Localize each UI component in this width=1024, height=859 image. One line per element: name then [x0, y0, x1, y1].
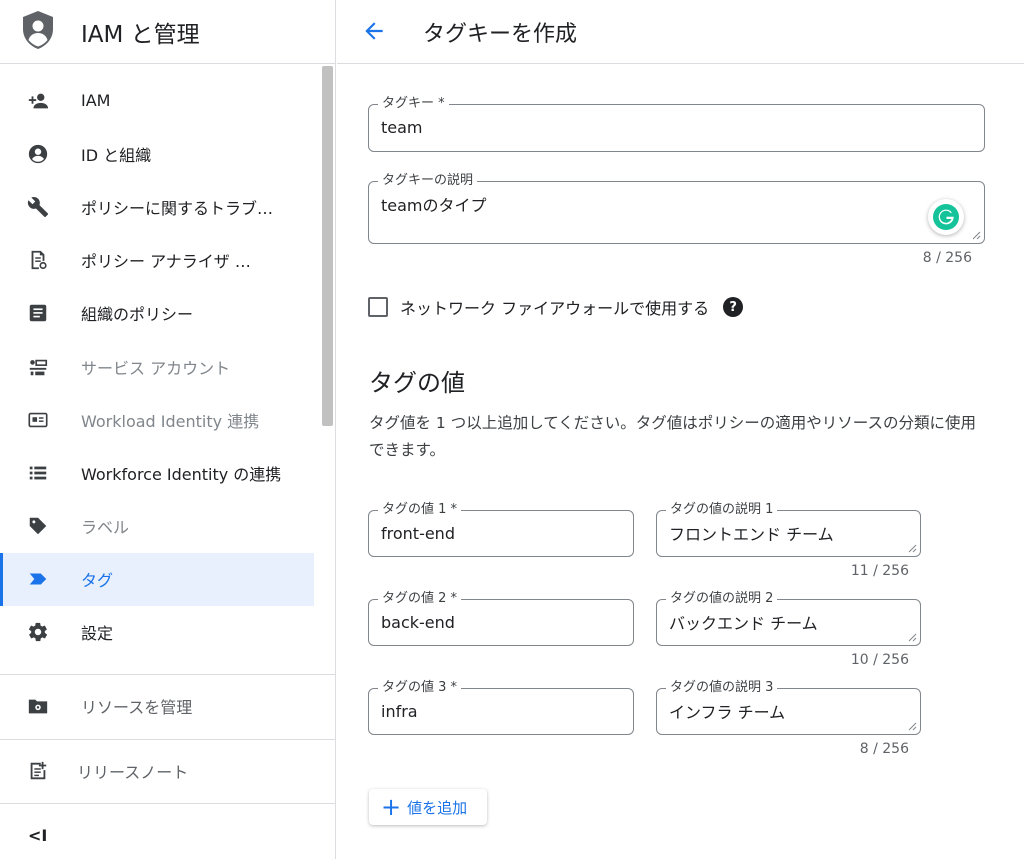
- release-notes-icon: [27, 760, 49, 782]
- sidebar-item-org-policies[interactable]: 組織のポリシー: [0, 287, 320, 340]
- tag-value-3-description-counter: 8 / 256: [859, 741, 909, 757]
- sidebar-item-manage-resources[interactable]: リソースを管理: [0, 676, 320, 736]
- sidebar-divider: [0, 803, 335, 804]
- label-icon: [27, 515, 49, 537]
- sidebar-item-identity-organization[interactable]: ID と組織: [0, 127, 320, 180]
- resize-handle-icon[interactable]: [908, 722, 917, 731]
- sidebar-divider: [0, 739, 335, 740]
- sidebar-item-label: Workload Identity 連携: [81, 411, 260, 431]
- firewall-checkbox[interactable]: [368, 297, 388, 317]
- tag-value-2-description-label: タグの値の説明 2: [666, 590, 778, 608]
- page-header: タグキーを作成: [337, 0, 1024, 64]
- tag-value-2-description-input[interactable]: バックエンド チーム: [669, 610, 818, 634]
- sidebar-item-settings[interactable]: 設定: [0, 606, 320, 659]
- add-person-icon: [27, 90, 49, 112]
- sidebar: IAM と管理 IAM ID と組織 ポリシーに関するトラブ… ポリシー アナラ…: [0, 0, 336, 859]
- sidebar-header: IAM と管理: [0, 0, 335, 64]
- tag-value-2-description-field[interactable]: タグの値の説明 2 バックエンド チーム: [656, 590, 921, 646]
- service-account-icon: [27, 356, 49, 378]
- firewall-checkbox-label[interactable]: ネットワーク ファイアウォールで使用する: [400, 295, 709, 319]
- tag-values-description: タグ値を 1 つ以上追加してください。タグ値はポリシーの適用やリソースの分類に使…: [369, 414, 977, 459]
- sidebar-item-label: リソースを管理: [81, 698, 193, 717]
- sidebar-item-service-accounts[interactable]: サービス アカウント: [0, 340, 320, 393]
- resize-handle-icon[interactable]: [908, 544, 917, 553]
- sidebar-item-tags[interactable]: タグ: [0, 552, 314, 607]
- sidebar-item-label: ラベル: [81, 518, 130, 538]
- gear-icon: [27, 621, 49, 643]
- tag-icon: [27, 568, 49, 590]
- tag-key-description-label: タグキーの説明: [378, 172, 478, 190]
- main-content: タグキーを作成 タグキー * team タグキーの説明 teamのタイプ 8 /…: [337, 0, 1024, 859]
- sidebar-nav: IAM ID と組織 ポリシーに関するトラブ… ポリシー アナライザ … 組織の…: [0, 74, 320, 659]
- tag-value-3-description-field[interactable]: タグの値の説明 3 インフラ チーム: [656, 679, 921, 735]
- tag-key-description-input[interactable]: teamのタイプ: [381, 192, 487, 216]
- sidebar-item-labels[interactable]: ラベル: [0, 500, 320, 553]
- sidebar-title: IAM と管理: [81, 22, 200, 48]
- help-icon[interactable]: ?: [723, 297, 744, 317]
- back-arrow-icon[interactable]: [361, 18, 387, 44]
- tag-key-description-counter: 8 / 256: [922, 250, 972, 266]
- sidebar-item-label: ID と組織: [81, 145, 152, 165]
- sidebar-item-label: タグ: [81, 571, 114, 591]
- list-icon: [27, 462, 49, 484]
- tag-value-1-description-counter: 11 / 256: [850, 563, 909, 579]
- tag-value-3-label: タグの値 3 *: [378, 679, 462, 697]
- tag-key-label: タグキー *: [378, 95, 449, 113]
- sidebar-item-policy-troubleshooter[interactable]: ポリシーに関するトラブ…: [0, 180, 320, 233]
- sidebar-item-iam[interactable]: IAM: [0, 74, 320, 127]
- folder-gear-icon: [27, 695, 49, 717]
- sidebar-item-label: IAM: [81, 91, 111, 111]
- tag-key-field[interactable]: タグキー * team: [368, 95, 985, 152]
- shield-person-icon: [23, 11, 53, 49]
- sidebar-item-label: 設定: [81, 624, 114, 644]
- sidebar-item-workforce-identity[interactable]: Workforce Identity の連携: [0, 446, 320, 499]
- resize-handle-icon[interactable]: [908, 633, 917, 642]
- tag-value-1-field[interactable]: タグの値 1 * front-end: [368, 501, 634, 557]
- tag-value-3-description-input[interactable]: インフラ チーム: [669, 699, 785, 723]
- account-circle-icon: [27, 143, 49, 165]
- sidebar-item-label: リリースノート: [77, 763, 189, 782]
- collapse-sidebar-button[interactable]: <I: [28, 826, 47, 845]
- tag-value-3-field[interactable]: タグの値 3 * infra: [368, 679, 634, 735]
- sidebar-divider: [0, 674, 335, 675]
- tag-key-description-field[interactable]: タグキーの説明 teamのタイプ: [368, 172, 985, 244]
- sidebar-item-label: ポリシー アナライザ …: [81, 252, 251, 272]
- sidebar-scrollbar[interactable]: [322, 66, 333, 426]
- tag-value-2-description-counter: 10 / 256: [850, 652, 909, 668]
- tag-value-1-label: タグの値 1 *: [378, 501, 462, 519]
- resize-handle-icon[interactable]: [972, 231, 981, 240]
- tag-value-1-input[interactable]: front-end: [381, 524, 455, 543]
- sidebar-item-label: ポリシーに関するトラブ…: [81, 198, 274, 218]
- sidebar-item-label: Workforce Identity の連携: [81, 464, 282, 484]
- sidebar-item-policy-analyzer[interactable]: ポリシー アナライザ …: [0, 234, 320, 287]
- grammarly-icon[interactable]: [928, 199, 964, 235]
- tag-value-1-description-input[interactable]: フロントエンド チーム: [669, 521, 834, 545]
- tag-value-3-input[interactable]: infra: [381, 702, 418, 721]
- policy-analyzer-icon: [27, 249, 49, 271]
- firewall-checkbox-row: ネットワーク ファイアウォールで使用する ?: [368, 295, 744, 319]
- tag-value-2-label: タグの値 2 *: [378, 590, 462, 608]
- sidebar-item-label: 組織のポリシー: [81, 305, 194, 325]
- id-card-icon: [27, 409, 49, 431]
- add-value-button-label: 値を追加: [407, 798, 468, 817]
- page-title: タグキーを作成: [423, 22, 578, 47]
- tag-value-1-description-label: タグの値の説明 1: [666, 501, 778, 519]
- plus-icon: +: [381, 793, 402, 821]
- tag-value-3-description-label: タグの値の説明 3: [666, 679, 778, 697]
- tag-key-input[interactable]: team: [381, 118, 423, 137]
- sidebar-item-release-notes[interactable]: リリースノート: [0, 741, 320, 801]
- tag-value-2-input[interactable]: back-end: [381, 613, 455, 632]
- sidebar-item-label: サービス アカウント: [81, 358, 231, 378]
- tag-values-title: タグの値: [369, 369, 465, 397]
- tag-value-2-field[interactable]: タグの値 2 * back-end: [368, 590, 634, 646]
- document-icon: [27, 302, 49, 324]
- add-value-button[interactable]: + 値を追加: [369, 789, 487, 825]
- sidebar-item-workload-identity[interactable]: Workload Identity 連携: [0, 393, 320, 446]
- wrench-icon: [27, 196, 49, 218]
- tag-value-1-description-field[interactable]: タグの値の説明 1 フロントエンド チーム: [656, 501, 921, 557]
